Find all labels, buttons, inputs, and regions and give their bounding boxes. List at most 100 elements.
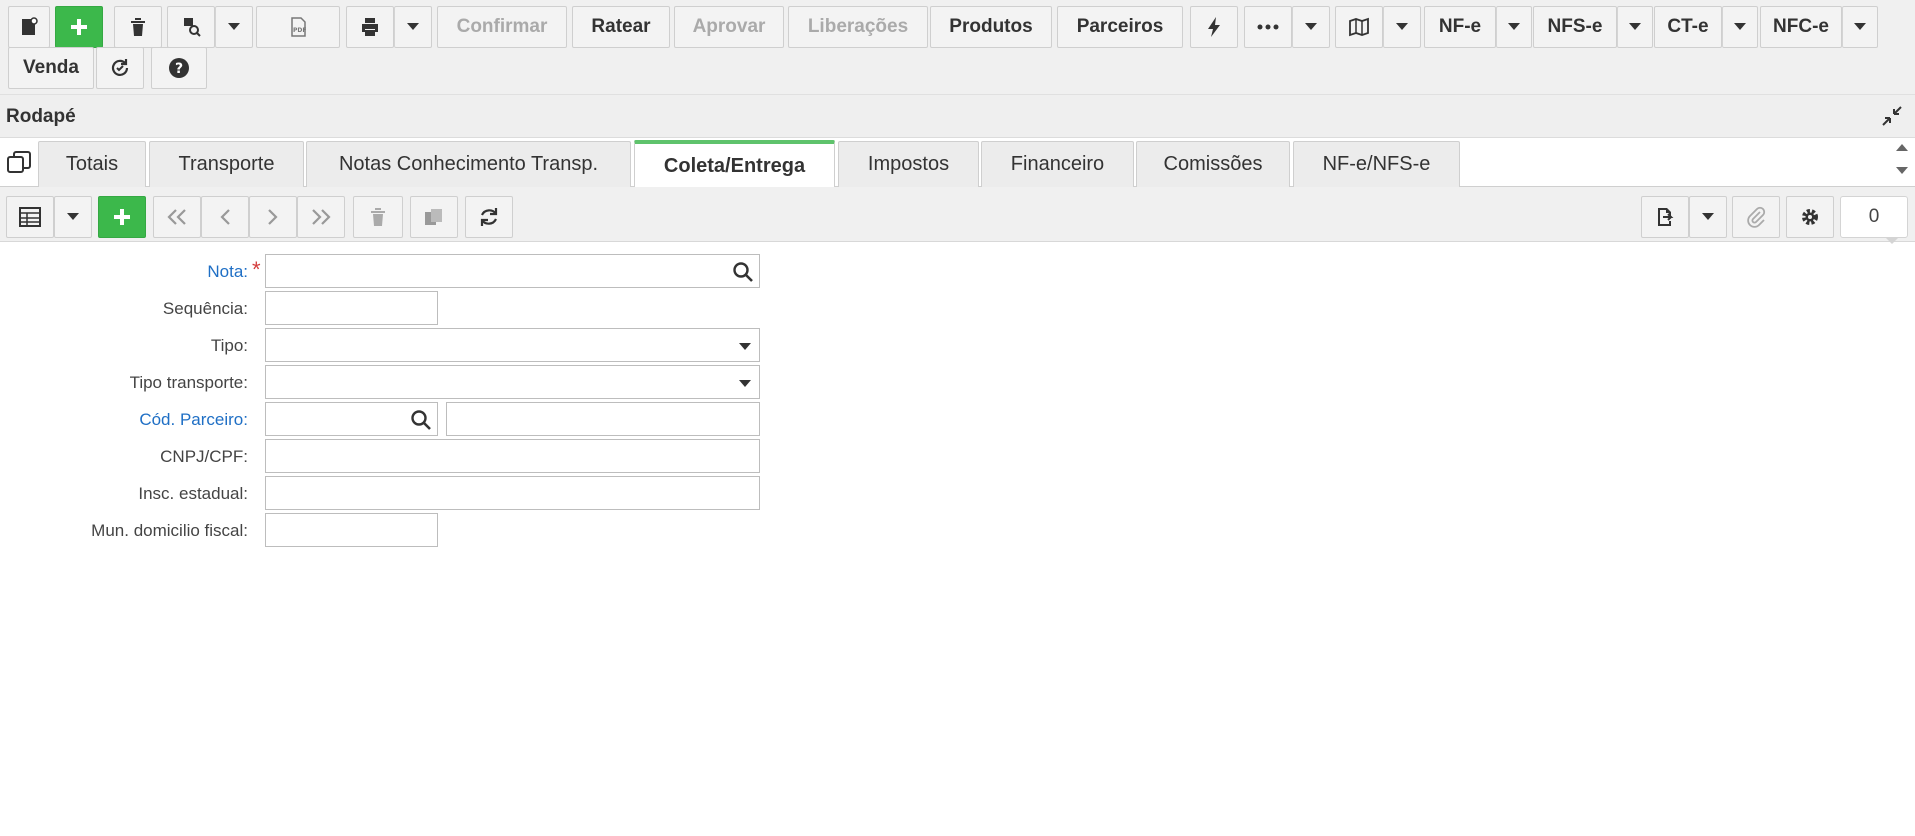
caret-down-icon	[1702, 213, 1714, 220]
required-marker: *	[252, 257, 261, 282]
more-dropdown[interactable]	[1292, 6, 1330, 48]
export-icon	[1658, 208, 1674, 226]
grid-view-dropdown[interactable]	[54, 196, 92, 238]
tab-coleta-entrega[interactable]: Coleta/Entrega	[634, 140, 835, 188]
delete-button[interactable]	[114, 6, 162, 48]
cte-dropdown[interactable]	[1722, 6, 1758, 48]
copy-icon[interactable]	[6, 150, 32, 176]
next-record-button[interactable]	[249, 196, 297, 238]
nfce-dropdown[interactable]	[1842, 6, 1878, 48]
pdf-button[interactable]: PDF	[256, 6, 340, 48]
tab-comissoes[interactable]: Comissões	[1136, 141, 1290, 187]
lightning-icon	[1208, 17, 1220, 37]
parceiros-button[interactable]: Parceiros	[1057, 6, 1183, 48]
sequencia-label: Sequência:	[162, 299, 248, 318]
settings-button[interactable]	[1786, 196, 1834, 238]
attachment-button[interactable]	[1732, 196, 1780, 238]
paperclip-icon	[1747, 206, 1766, 228]
tipo-transporte-label: Tipo transporte:	[129, 373, 248, 392]
tab-nfe-nfse[interactable]: NF-e/NFS-e	[1293, 141, 1460, 187]
venda-button[interactable]: Venda	[8, 47, 94, 89]
first-record-button[interactable]	[153, 196, 201, 238]
grid-delete-button[interactable]	[353, 196, 403, 238]
caret-down-icon	[67, 213, 79, 220]
nfce-button[interactable]: NFC-e	[1760, 6, 1842, 48]
tab-impostos[interactable]: Impostos	[838, 141, 979, 187]
last-record-button[interactable]	[297, 196, 345, 238]
search-icon[interactable]	[410, 409, 432, 431]
grid-add-button[interactable]	[98, 196, 146, 238]
duplicate-button[interactable]	[410, 196, 458, 238]
document-search-icon	[184, 18, 201, 37]
produtos-button[interactable]: Produtos	[930, 6, 1052, 48]
gear-icon	[1802, 209, 1818, 225]
tab-scroll-up-icon[interactable]	[1895, 142, 1909, 152]
map-icon	[1349, 17, 1369, 37]
search-records-button[interactable]	[167, 6, 215, 48]
mun-domicilio-input[interactable]	[265, 513, 438, 547]
nfe-button[interactable]: NF-e	[1424, 6, 1496, 48]
print-dropdown[interactable]	[394, 6, 432, 48]
grid-view-button[interactable]	[6, 196, 54, 238]
add-button[interactable]	[55, 6, 103, 48]
tab-totais[interactable]: Totais	[38, 141, 146, 187]
reload-button[interactable]	[465, 196, 513, 238]
export-dropdown[interactable]	[1689, 196, 1727, 238]
cte-button[interactable]: CT-e	[1654, 6, 1722, 48]
refresh-check-icon	[111, 59, 129, 76]
pdf-icon: PDF	[291, 17, 306, 37]
tab-notas-conhecimento[interactable]: Notas Conhecimento Transp.	[306, 141, 631, 187]
more-dots-icon	[1257, 24, 1279, 30]
tipo-select[interactable]	[265, 328, 760, 362]
caret-down-icon	[407, 23, 419, 30]
search-records-dropdown[interactable]	[215, 6, 253, 48]
new-document-icon	[22, 17, 38, 35]
nota-label[interactable]: Nota:	[207, 262, 248, 282]
plus-icon	[71, 19, 87, 35]
cod-parceiro-input[interactable]	[265, 402, 438, 436]
nota-input[interactable]	[265, 254, 760, 288]
refresh-status-button[interactable]	[96, 47, 144, 89]
confirmar-button[interactable]: Confirmar	[437, 6, 567, 48]
tab-transporte[interactable]: Transporte	[149, 141, 304, 187]
nfe-dropdown[interactable]	[1496, 6, 1532, 48]
map-button[interactable]	[1335, 6, 1383, 48]
section-header: Rodapé	[0, 94, 1915, 138]
export-button[interactable]	[1641, 196, 1689, 238]
aprovar-button[interactable]: Aprovar	[674, 6, 784, 48]
ratear-button[interactable]: Ratear	[572, 6, 670, 48]
caret-down-icon	[1854, 23, 1866, 30]
mun-domicilio-label: Mun. domicilio fiscal:	[91, 521, 248, 540]
tab-financeiro[interactable]: Financeiro	[981, 141, 1134, 187]
caret-down-icon	[1305, 23, 1317, 30]
coleta-entrega-form: Nota: * Sequência: Tipo: Tipo transporte…	[0, 242, 1915, 836]
actions-button[interactable]	[1190, 6, 1238, 48]
insc-estadual-input[interactable]	[265, 476, 760, 510]
new-document-button[interactable]	[8, 6, 50, 48]
trash-icon	[131, 18, 145, 36]
tab-bar: Totais Transporte Notas Conhecimento Tra…	[0, 138, 1915, 188]
more-button[interactable]	[1244, 6, 1292, 48]
tab-scroll-down-icon[interactable]	[1895, 166, 1909, 176]
liberacoes-button[interactable]: Liberações	[788, 6, 928, 48]
nfse-button[interactable]: NFS-e	[1533, 6, 1617, 48]
search-icon[interactable]	[732, 261, 754, 283]
caret-down-icon	[1508, 23, 1520, 30]
cnpj-cpf-input[interactable]	[265, 439, 760, 473]
double-chevron-left-icon	[167, 209, 186, 225]
cod-parceiro-label[interactable]: Cód. Parceiro:	[139, 410, 248, 430]
parceiro-name-input[interactable]	[446, 402, 760, 436]
help-button[interactable]: ?	[151, 47, 207, 89]
print-button[interactable]	[346, 6, 394, 48]
previous-record-button[interactable]	[201, 196, 249, 238]
map-dropdown[interactable]	[1383, 6, 1421, 48]
sequencia-input[interactable]	[265, 291, 438, 325]
caret-down-icon	[1629, 23, 1641, 30]
caret-down-icon	[1734, 23, 1746, 30]
chevron-down-icon	[739, 380, 751, 387]
nfse-dropdown[interactable]	[1617, 6, 1653, 48]
refresh-icon	[480, 208, 498, 226]
collapse-icon[interactable]	[1881, 105, 1903, 127]
tipo-transporte-select[interactable]	[265, 365, 760, 399]
cnpj-cpf-label: CNPJ/CPF:	[160, 447, 248, 466]
